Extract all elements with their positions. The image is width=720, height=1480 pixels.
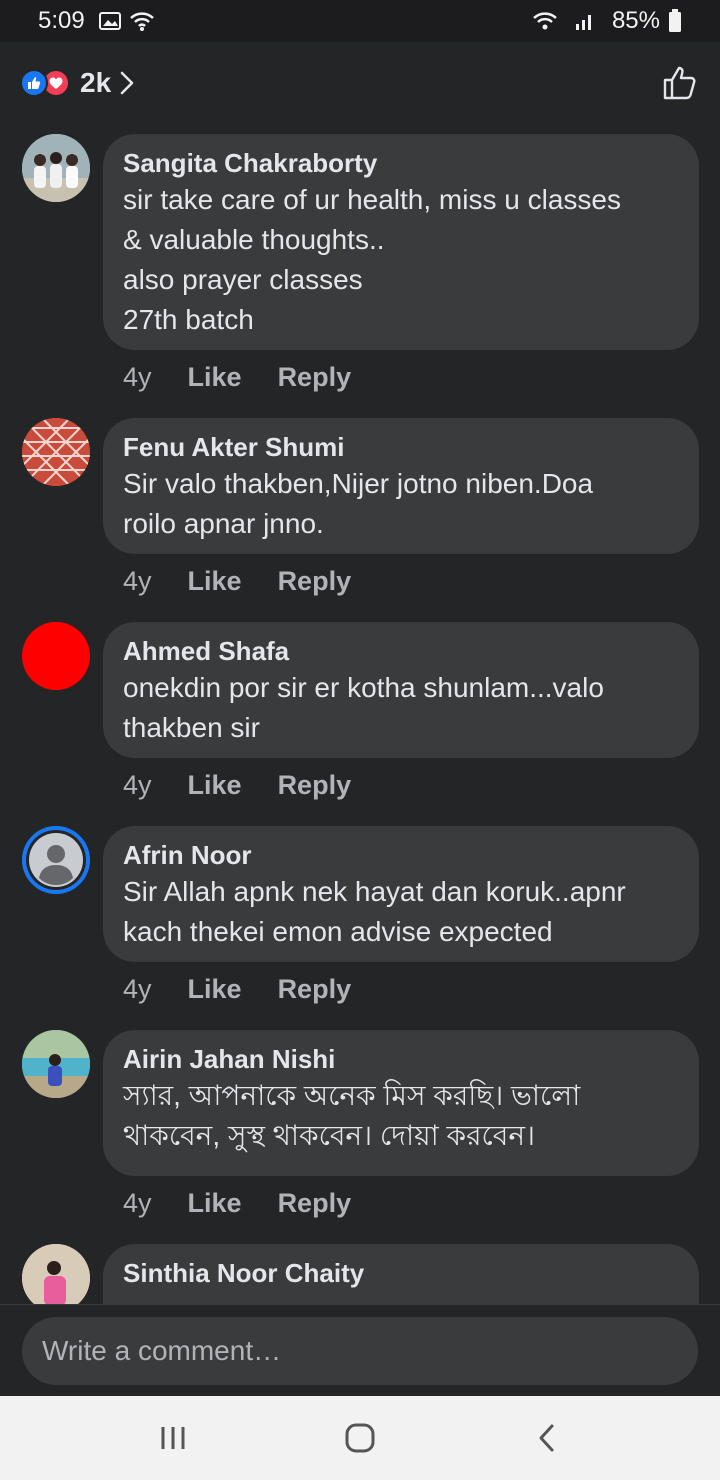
battery-icon (668, 9, 682, 33)
comment-bubble[interactable]: Ahmed Shafa onekdin por sir er kotha shu… (103, 622, 699, 758)
recent-apps-icon (161, 1427, 185, 1449)
outdoor-photo-avatar-icon (22, 1030, 90, 1098)
like-button[interactable]: Like (188, 770, 242, 801)
system-nav-bar (0, 1396, 720, 1480)
reply-button[interactable]: Reply (278, 566, 352, 597)
avatar[interactable] (22, 826, 90, 894)
default-person-avatar-icon (22, 826, 90, 894)
like-button[interactable]: Like (188, 362, 242, 393)
comment-author[interactable]: Fenu Akter Shumi (123, 430, 679, 464)
reaction-summary[interactable]: 2k (20, 67, 135, 99)
avatar[interactable] (22, 418, 90, 486)
like-post-button[interactable] (660, 63, 700, 103)
gallery-icon (98, 11, 121, 31)
comment-bubble[interactable]: Fenu Akter Shumi Sir valo thakben,Nijer … (103, 418, 699, 554)
status-time: 5:09 (38, 7, 85, 34)
reply-button[interactable]: Reply (278, 1188, 352, 1219)
home-icon (345, 1423, 375, 1453)
reaction-count: 2k (80, 67, 112, 98)
comment-actions: 4y Like Reply (123, 974, 351, 1005)
comment-actions: 4y Like Reply (123, 566, 351, 597)
like-button[interactable]: Like (188, 1188, 242, 1219)
pink-photo-avatar-icon (22, 1244, 90, 1304)
back-button[interactable] (517, 1408, 577, 1468)
comment-author[interactable]: Airin Jahan Nishi (123, 1042, 679, 1076)
comment-actions: 4y Like Reply (123, 770, 351, 801)
reply-button[interactable]: Reply (278, 362, 352, 393)
like-button[interactable]: Like (188, 566, 242, 597)
red-pattern-avatar-icon (22, 418, 90, 486)
avatar[interactable] (22, 1030, 90, 1098)
comment-text: sir take care of ur health, miss u class… (123, 184, 621, 335)
comments-list[interactable]: Sangita Chakraborty sir take care of ur … (0, 124, 720, 1304)
comment-actions: 4y Like Reply (123, 362, 351, 393)
comment-time: 4y (123, 1188, 152, 1218)
comment-time: 4y (123, 770, 152, 800)
comment-text: Sir Allah apnk nek hayat dan koruk..apnr… (123, 876, 626, 947)
comment-time: 4y (123, 566, 152, 596)
chevron-right-icon (119, 70, 135, 96)
comment-author[interactable]: Sangita Chakraborty (123, 146, 679, 180)
status-bar: 5:09 85% (0, 0, 720, 42)
group-photo-avatar-icon (22, 134, 90, 202)
comment-bubble[interactable]: Afrin Noor Sir Allah apnk nek hayat dan … (103, 826, 699, 962)
avatar[interactable] (22, 1244, 90, 1304)
comment-composer (0, 1304, 720, 1396)
comment-actions: 4y Like Reply (123, 1188, 351, 1219)
reply-button[interactable]: Reply (278, 974, 352, 1005)
comment-text: onekdin por sir er kotha shunlam...valo … (123, 672, 604, 743)
reaction-header: 2k (0, 42, 720, 124)
avatar[interactable] (22, 622, 90, 690)
recent-apps-button[interactable] (143, 1408, 203, 1468)
comment-author[interactable]: Ahmed Shafa (123, 634, 679, 668)
comment-time: 4y (123, 362, 152, 392)
comment-author[interactable]: Sinthia Noor Chaity (123, 1256, 679, 1290)
battery-percent: 85% (611, 7, 660, 34)
back-icon (539, 1424, 554, 1452)
comment-text: স্যার, আপনাকে অনেক মিস করছি। ভালো থাকবেন… (123, 1080, 581, 1151)
cell-signal-icon (574, 10, 596, 32)
wifi-signal-icon (532, 10, 558, 32)
comment-bubble[interactable]: Airin Jahan Nishi স্যার, আপনাকে অনেক মিস… (103, 1030, 699, 1176)
home-button[interactable] (330, 1408, 390, 1468)
comment-bubble[interactable]: Sangita Chakraborty sir take care of ur … (103, 134, 699, 350)
write-comment-input[interactable] (22, 1317, 698, 1385)
reply-button[interactable]: Reply (278, 770, 352, 801)
like-reaction-icon (20, 69, 48, 97)
wifi-icon (129, 10, 155, 32)
comment-bubble[interactable]: Sinthia Noor Chaity (103, 1244, 699, 1304)
comment-time: 4y (123, 974, 152, 1004)
comment-text: Sir valo thakben,Nijer jotno niben.Doa r… (123, 468, 594, 539)
avatar[interactable] (22, 134, 90, 202)
like-button[interactable]: Like (188, 974, 242, 1005)
comment-author[interactable]: Afrin Noor (123, 838, 679, 872)
red-circle-avatar-icon (22, 622, 90, 690)
thumbs-up-icon (663, 66, 696, 100)
